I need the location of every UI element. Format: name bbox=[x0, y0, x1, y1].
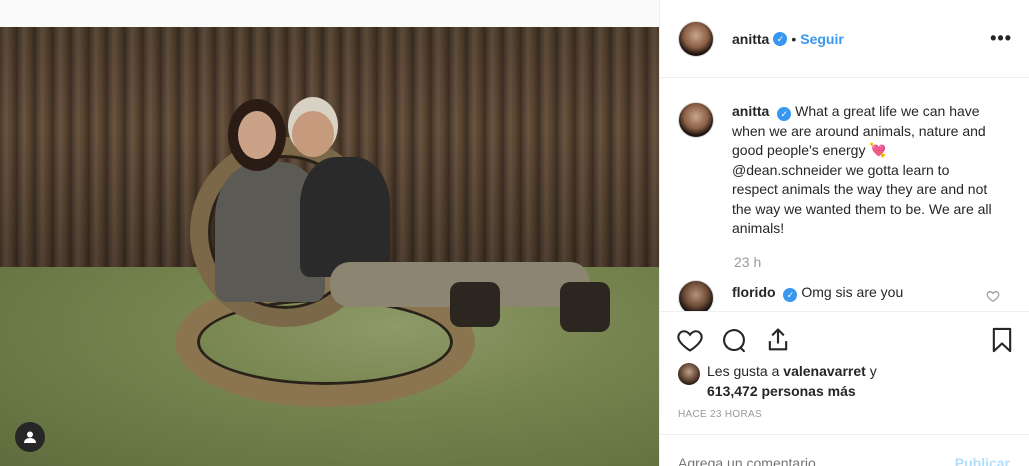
verified-badge-icon: ✓ bbox=[773, 31, 788, 46]
caption: anitta ✓ What a great life we can have w… bbox=[678, 102, 992, 239]
author-username[interactable]: anitta bbox=[732, 31, 769, 47]
post-photo[interactable] bbox=[0, 27, 659, 466]
action-bar bbox=[660, 311, 1029, 361]
post-timestamp[interactable]: HACE 23 HORAS bbox=[678, 409, 762, 420]
commenter-avatar[interactable] bbox=[678, 280, 714, 311]
author-avatar[interactable] bbox=[678, 20, 714, 57]
publish-button[interactable]: Publicar bbox=[955, 455, 1010, 466]
likes-count[interactable]: 613,472 personas más bbox=[707, 383, 856, 399]
comment-item: florido ✓ Omg sis are you bbox=[678, 280, 1018, 311]
likes-summary: Les gusta a valenavarret y 613,472 perso… bbox=[678, 361, 877, 401]
man-face bbox=[292, 111, 334, 157]
caption-username[interactable]: anitta bbox=[732, 103, 769, 119]
comment-body: Omg sis are you bbox=[801, 284, 904, 300]
post-header: anitta ✓ • Seguir ••• bbox=[660, 0, 1029, 78]
woman-face bbox=[238, 111, 276, 159]
caption-body: What a great life we can have when we ar… bbox=[732, 103, 992, 236]
caption-text: anitta ✓ What a great life we can have w… bbox=[732, 102, 992, 239]
follow-button[interactable]: Seguir bbox=[800, 31, 844, 47]
likes-connector: y bbox=[869, 363, 877, 379]
share-icon[interactable] bbox=[764, 326, 792, 354]
man-figure bbox=[300, 157, 390, 277]
separator-dot: • bbox=[791, 30, 797, 47]
verified-badge-icon: ✓ bbox=[783, 288, 798, 302]
caption-time[interactable]: 23 h bbox=[734, 254, 761, 270]
post-panel: anitta ✓ • Seguir ••• anitta ✓ What a gr… bbox=[659, 0, 1029, 466]
likes-text: Les gusta a valenavarret y 613,472 perso… bbox=[707, 361, 877, 401]
top-strip bbox=[0, 0, 659, 27]
like-comment-icon[interactable] bbox=[986, 289, 1000, 303]
comments-section: anitta ✓ What a great life we can have w… bbox=[660, 79, 1029, 311]
comment-input[interactable] bbox=[678, 455, 928, 466]
liker-username[interactable]: valenavarret bbox=[783, 363, 866, 379]
tagged-user-icon[interactable] bbox=[15, 422, 45, 452]
comment-text: florido ✓ Omg sis are you bbox=[732, 282, 903, 311]
commenter-username[interactable]: florido bbox=[732, 284, 776, 300]
like-icon[interactable] bbox=[676, 326, 704, 354]
boot-icon bbox=[560, 282, 610, 332]
save-bookmark-icon[interactable] bbox=[988, 326, 1016, 354]
caption-avatar[interactable] bbox=[678, 102, 714, 138]
comment-icon[interactable] bbox=[720, 326, 748, 354]
boot-icon bbox=[450, 282, 500, 327]
comment-box: Publicar bbox=[660, 434, 1029, 466]
likes-prefix: Les gusta a bbox=[707, 363, 780, 379]
more-options-icon[interactable]: ••• bbox=[990, 28, 1012, 49]
verified-badge-icon: ✓ bbox=[777, 107, 792, 121]
liker-avatar[interactable] bbox=[678, 363, 700, 385]
